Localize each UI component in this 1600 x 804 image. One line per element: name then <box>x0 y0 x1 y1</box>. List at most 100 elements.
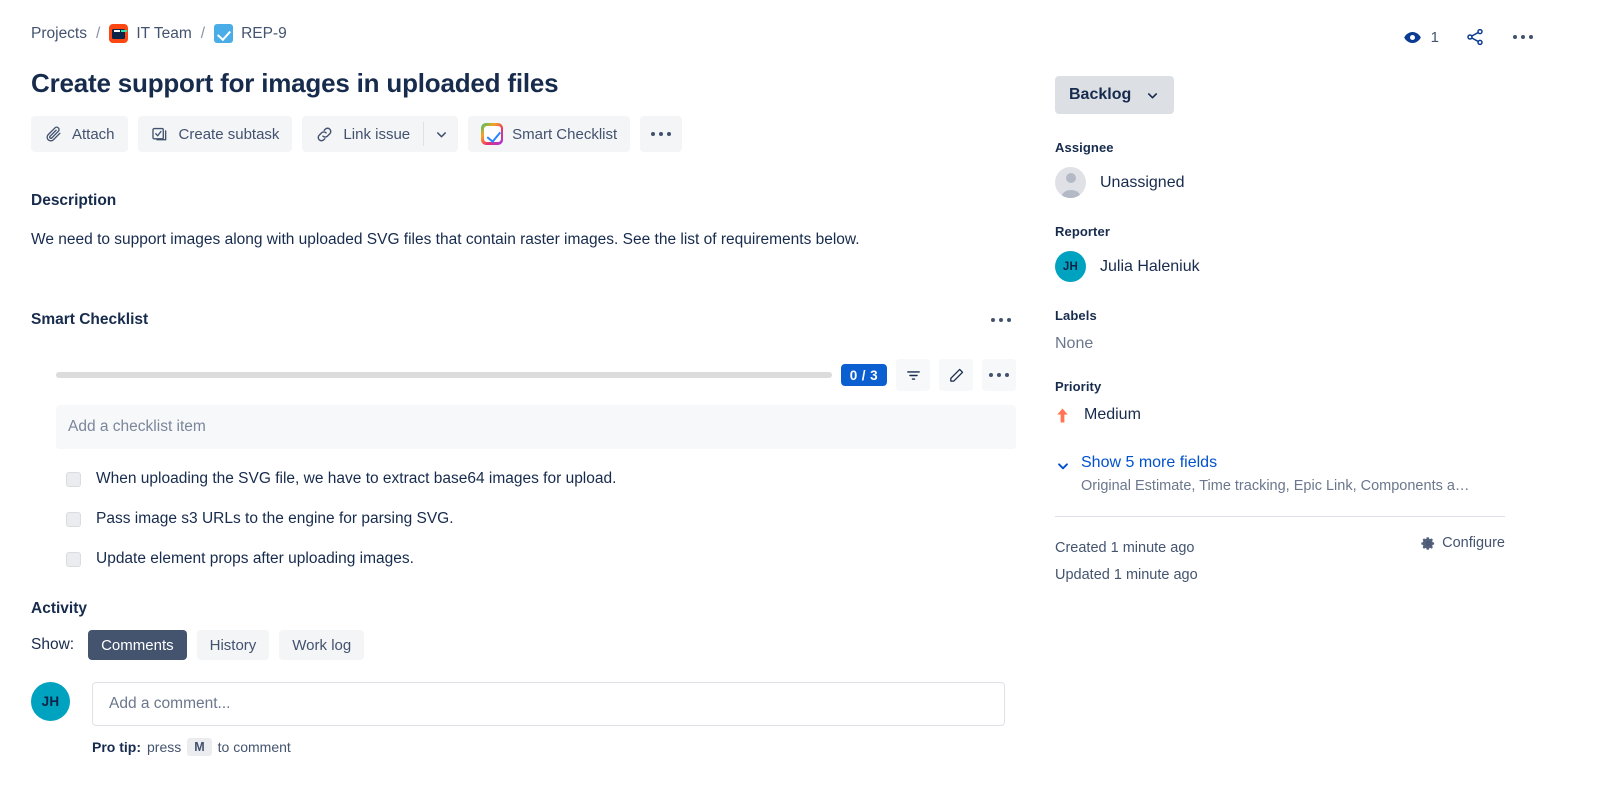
activity-heading: Activity <box>31 600 87 617</box>
comment-input[interactable]: Add a comment... <box>92 682 1005 726</box>
person-avatar-icon <box>1055 167 1086 198</box>
assignee-field: Assignee Unassigned <box>1055 140 1515 198</box>
more-horizontal-icon <box>988 372 1010 378</box>
reporter-value-row[interactable]: JH Julia Haleniuk <box>1055 251 1515 282</box>
assignee-label: Assignee <box>1055 140 1114 155</box>
pro-tip-suffix: to comment <box>217 739 291 755</box>
labels-value[interactable]: None <box>1055 335 1515 353</box>
checklist-item-label: Update element props after uploading ima… <box>96 550 414 567</box>
show-more-sub: Original Estimate, Time tracking, Epic L… <box>1081 478 1470 494</box>
checklist-item[interactable]: Pass image s3 URLs to the engine for par… <box>56 499 1016 539</box>
breadcrumb-project[interactable]: IT Team <box>109 24 192 43</box>
breadcrumb-separator-1: / <box>96 24 101 42</box>
breadcrumb-issue-key: REP-9 <box>241 24 287 42</box>
checklist-edit-button[interactable] <box>939 359 973 391</box>
reporter-field: Reporter JH Julia Haleniuk <box>1055 224 1515 282</box>
link-issue-label: Link issue <box>343 125 411 143</box>
header-actions: 1 <box>1398 20 1540 54</box>
watch-button[interactable]: 1 <box>1398 23 1444 52</box>
smart-checklist-heading: Smart Checklist <box>31 311 149 328</box>
header-more-button[interactable] <box>1506 20 1540 54</box>
smart-checklist-icon <box>481 123 504 145</box>
labels-field: Labels None <box>1055 308 1515 353</box>
task-type-icon <box>214 24 234 43</box>
priority-field: Priority Medium <box>1055 379 1515 424</box>
link-icon <box>317 127 332 141</box>
pro-tip: Pro tip: press M to comment <box>92 738 1016 756</box>
checklist-options-button[interactable] <box>982 359 1016 391</box>
activity-section: Activity Show: Comments History Work log… <box>31 600 1016 756</box>
watch-count: 1 <box>1430 28 1439 46</box>
tab-history[interactable]: History <box>196 630 270 660</box>
reporter-value: Julia Haleniuk <box>1100 257 1200 275</box>
filter-icon <box>906 370 920 380</box>
breadcrumb-projects[interactable]: Projects <box>31 25 87 43</box>
tab-comments[interactable]: Comments <box>88 630 187 660</box>
description-body[interactable]: We need to support images along with upl… <box>31 228 1016 251</box>
checklist-item-label: When uploading the SVG file, we have to … <box>96 470 617 487</box>
checklist-filter-button[interactable] <box>896 359 930 391</box>
link-issue-split-button: Link issue <box>302 116 459 152</box>
smart-checklist-section: Smart Checklist 0 / 3 Add a checklist it… <box>31 307 1016 579</box>
breadcrumb-issue[interactable]: REP-9 <box>214 24 287 43</box>
checklist-progress-bar <box>56 372 832 378</box>
page-title: Create support for images in uploaded fi… <box>31 68 559 98</box>
description-heading: Description <box>31 192 117 209</box>
attach-button[interactable]: Attach <box>31 116 128 152</box>
issue-sidebar: Backlog Assignee Unassigned Reporter JH … <box>1055 76 1515 589</box>
show-more-label: Show 5 more fields <box>1081 454 1218 471</box>
gear-icon <box>1421 536 1435 550</box>
eye-icon <box>1403 31 1421 43</box>
smart-checklist-button[interactable]: Smart Checklist <box>468 116 631 152</box>
checklist-items: When uploading the SVG file, we have to … <box>56 459 1016 579</box>
share-button[interactable] <box>1458 20 1492 54</box>
add-checklist-item-input[interactable]: Add a checklist item <box>56 405 1016 449</box>
status-label: Backlog <box>1069 86 1132 103</box>
link-issue-dropdown[interactable] <box>424 116 458 152</box>
attach-label: Attach <box>72 125 115 143</box>
jira-issue-view: Projects / IT Team / REP-9 1 Create supp… <box>0 0 1600 804</box>
project-icon <box>109 24 129 43</box>
checklist-progress-row: 0 / 3 <box>31 359 1016 391</box>
configure-button[interactable]: Configure <box>1421 535 1505 551</box>
reporter-label: Reporter <box>1055 224 1110 239</box>
sidebar-divider <box>1055 516 1505 517</box>
show-more-text-group: Show 5 more fields Original Estimate, Ti… <box>1081 454 1469 494</box>
more-horizontal-icon <box>650 131 672 137</box>
status-dropdown[interactable]: Backlog <box>1055 76 1175 114</box>
tab-work-log[interactable]: Work log <box>279 630 365 660</box>
chevron-down-icon <box>1058 463 1068 470</box>
create-subtask-button[interactable]: Create subtask <box>137 116 293 152</box>
chevron-down-icon <box>1148 92 1158 98</box>
checklist-item-checkbox[interactable] <box>66 471 81 487</box>
arrow-up-icon <box>1057 407 1068 423</box>
pencil-icon <box>949 368 963 382</box>
add-comment-row: JH Add a comment... <box>31 682 1016 726</box>
issue-timestamps: Created 1 minute ago Updated 1 minute ag… <box>1055 535 1198 589</box>
pro-tip-press: press <box>147 739 182 755</box>
checklist-item-label: Pass image s3 URLs to the engine for par… <box>96 510 454 527</box>
checklist-item[interactable]: Update element props after uploading ima… <box>56 539 1016 579</box>
smart-checklist-more-button[interactable] <box>986 307 1016 333</box>
priority-value: Medium <box>1084 406 1141 423</box>
smart-checklist-header: Smart Checklist <box>31 307 1016 333</box>
actions-more-button[interactable] <box>640 116 683 152</box>
create-subtask-label: Create subtask <box>178 125 280 143</box>
link-issue-button[interactable]: Link issue <box>302 116 423 152</box>
created-text: Created 1 minute ago <box>1055 540 1195 556</box>
checklist-item[interactable]: When uploading the SVG file, we have to … <box>56 459 1016 499</box>
pro-tip-key: M <box>187 738 212 756</box>
checklist-item-checkbox[interactable] <box>66 551 81 567</box>
assignee-value-row[interactable]: Unassigned <box>1055 167 1515 198</box>
checklist-item-checkbox[interactable] <box>66 511 81 527</box>
breadcrumb: Projects / IT Team / REP-9 <box>31 24 287 43</box>
labels-label: Labels <box>1055 308 1097 323</box>
show-more-fields[interactable]: Show 5 more fields Original Estimate, Ti… <box>1055 454 1515 494</box>
pro-tip-prefix: Pro tip: <box>92 739 141 755</box>
configure-label: Configure <box>1442 535 1505 551</box>
checklist-progress-badge: 0 / 3 <box>840 364 887 386</box>
priority-label: Priority <box>1055 379 1102 394</box>
smart-checklist-label: Smart Checklist <box>512 125 618 143</box>
priority-value-row[interactable]: Medium <box>1055 406 1515 424</box>
updated-text: Updated 1 minute ago <box>1055 567 1198 583</box>
